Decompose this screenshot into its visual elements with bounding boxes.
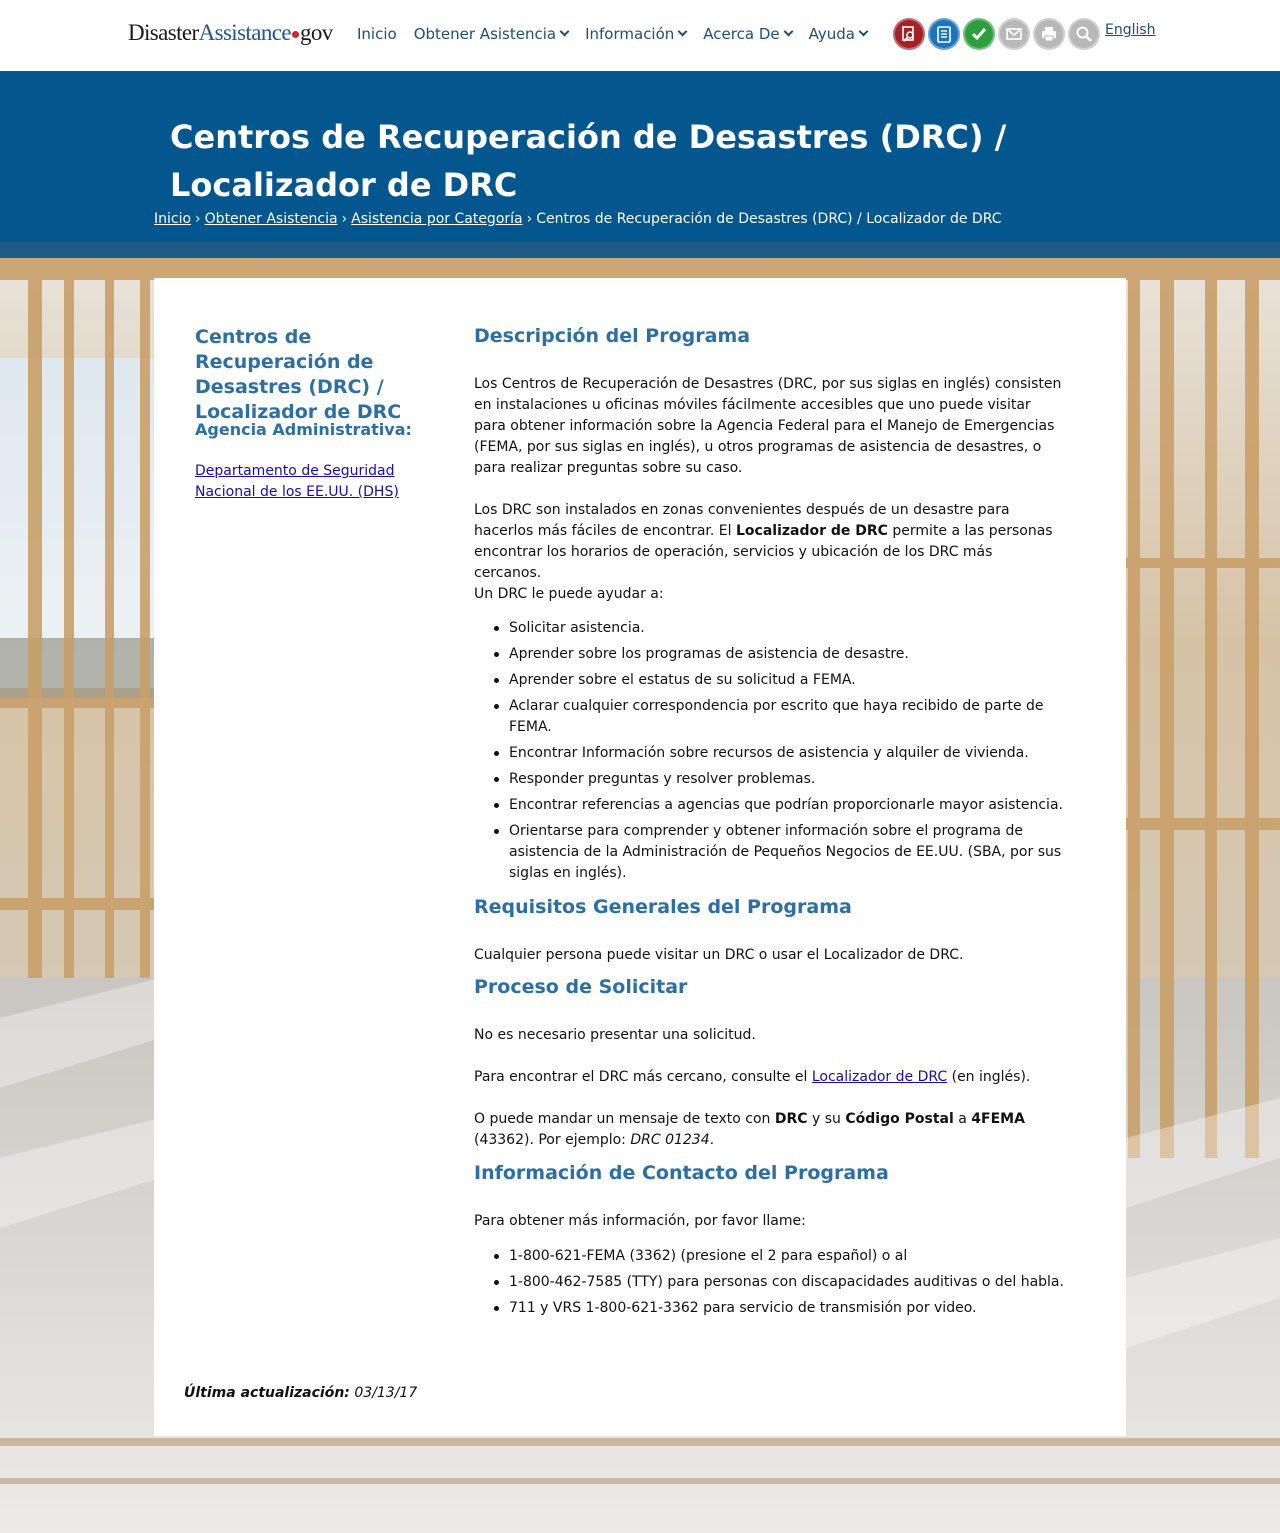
- chevron-down-icon: [559, 26, 570, 37]
- toolbar-icons: [893, 18, 1103, 50]
- nav-label: Inicio: [357, 25, 397, 43]
- bold-text: Código Postal: [845, 1111, 954, 1127]
- paragraph-no-solicitud: No es necesario presentar una solicitud.: [474, 1027, 756, 1043]
- nav-acerca-de[interactable]: Acerca De: [703, 25, 794, 43]
- text: (43362). Por ejemplo:: [474, 1132, 631, 1148]
- banner-shadow: [0, 242, 1280, 258]
- text: Para encontrar el DRC más cercano, consu…: [474, 1069, 812, 1085]
- paragraph-localizador: Los DRC son instalados en zonas convenie…: [474, 500, 1064, 584]
- language-toggle-link[interactable]: English: [1105, 22, 1156, 38]
- breadcrumb-separator: ›: [526, 211, 533, 227]
- nav-label: Ayuda: [808, 25, 855, 43]
- breadcrumb-current: Centros de Recuperación de Desastres (DR…: [536, 211, 1002, 227]
- text: (en inglés).: [947, 1069, 1031, 1085]
- nav-label: Obtener Asistencia: [413, 25, 557, 43]
- page-header-banner: Centros de Recuperación de Desastres (DR…: [0, 71, 1280, 242]
- logo-text-assistance: Assistance: [198, 20, 292, 45]
- list-item: Solicitar asistencia.: [489, 618, 1064, 639]
- localizador-drc-link[interactable]: Localizador de DRC: [812, 1069, 947, 1085]
- list-item: Aprender sobre los programas de asistenc…: [489, 644, 1064, 665]
- italic-text: DRC 01234: [630, 1132, 710, 1148]
- logo-text-gov: gov: [299, 20, 333, 45]
- search-document-icon[interactable]: [893, 18, 925, 50]
- paragraph-localizador-link: Para encontrar el DRC más cercano, consu…: [474, 1067, 1064, 1088]
- breadcrumb-link-inicio[interactable]: Inicio: [154, 211, 191, 227]
- list-item: Encontrar referencias a agencias que pod…: [489, 795, 1064, 816]
- bold-text: Localizador de DRC: [735, 523, 888, 539]
- nav-label: Información: [585, 25, 675, 43]
- list-item: Aprender sobre el estatus de su solicitu…: [489, 670, 1064, 691]
- breadcrumb-link-asistencia-categoria[interactable]: Asistencia por Categoría: [351, 211, 522, 227]
- list-item: Encontrar Información sobre recursos de …: [489, 743, 1064, 764]
- text: y su: [807, 1111, 846, 1127]
- nav-informacion[interactable]: Información: [585, 25, 688, 43]
- list-item: 711 y VRS 1-800-621-3362 para servicio d…: [489, 1298, 1064, 1319]
- print-icon[interactable]: [1033, 18, 1065, 50]
- nav-label: Acerca De: [703, 25, 780, 43]
- text: .: [709, 1132, 715, 1148]
- logo-text-disaster: Disaster: [128, 20, 199, 45]
- sidebar-program-title: Centros de Recuperación de Desastres (DR…: [195, 326, 402, 423]
- last-updated: Última actualización: 03/13/17: [184, 1385, 417, 1401]
- list-item: 1-800-462-7585 (TTY) para personas con d…: [489, 1272, 1064, 1293]
- breadcrumb: Inicio › Obtener Asistencia › Asistencia por…: [154, 211, 1002, 227]
- mail-icon[interactable]: [998, 18, 1030, 50]
- logo-dot-icon: [291, 31, 299, 38]
- breadcrumb-link-obtener-asistencia[interactable]: Obtener Asistencia: [205, 211, 338, 227]
- list-item: 1-800-621-FEMA (3362) (presione el 2 par…: [489, 1246, 1064, 1267]
- nav-ayuda[interactable]: Ayuda: [808, 25, 869, 43]
- bold-text: 4FEMA: [971, 1111, 1025, 1127]
- checklist-icon[interactable]: [928, 18, 960, 50]
- breadcrumb-separator: ›: [195, 211, 201, 227]
- main-menu: Inicio Obtener Asistencia Información Ac…: [357, 25, 884, 43]
- heading-proceso: Proceso de Solicitar: [474, 976, 688, 998]
- last-updated-label: Última actualización:: [184, 1385, 350, 1401]
- sidebar-agency-link[interactable]: Departamento de Seguridad Nacional de lo…: [195, 461, 425, 503]
- paragraph-requisitos: Cualquier persona puede visitar un DRC o…: [474, 947, 964, 963]
- list-item: Aclarar cualquier correspondencia por es…: [489, 696, 1064, 738]
- last-updated-date: 03/13/17: [354, 1385, 418, 1401]
- paragraph-contacto: Para obtener más información, por favor …: [474, 1213, 806, 1229]
- bold-text: DRC: [774, 1111, 808, 1127]
- breadcrumb-separator: ›: [341, 211, 348, 227]
- heading-descripcion: Descripción del Programa: [474, 325, 751, 347]
- content-card: Centros de Recuperación de Desastres (DR…: [154, 278, 1126, 1436]
- contact-list: 1-800-621-FEMA (3362) (presione el 2 par…: [489, 1246, 1064, 1324]
- magnifier-icon[interactable]: [1068, 18, 1100, 50]
- list-item: Orientarse para comprender y obtener inf…: [489, 821, 1064, 884]
- paragraph-un-drc: Un DRC le puede ayudar a:: [474, 586, 664, 602]
- site-logo[interactable]: DisasterAssistance gov: [128, 20, 333, 46]
- checkmark-icon[interactable]: [963, 18, 995, 50]
- paragraph-descripcion: Los Centros de Recuperación de Desastres…: [474, 376, 1062, 476]
- top-navigation-bar: DisasterAssistance gov Inicio Obtener Asi…: [0, 0, 1280, 71]
- help-list: Solicitar asistencia. Aprender sobre los…: [489, 618, 1064, 889]
- heading-contacto: Información de Contacto del Programa: [474, 1162, 889, 1184]
- sidebar-agency-heading: Agencia Administrativa:: [195, 420, 412, 439]
- text: O puede mandar un mensaje de texto con: [474, 1111, 775, 1127]
- chevron-down-icon: [858, 26, 869, 37]
- page-title: Centros de Recuperación de Desastres (DR…: [170, 118, 1007, 204]
- nav-inicio[interactable]: Inicio: [357, 25, 397, 43]
- chevron-down-icon: [677, 26, 688, 37]
- list-item: Responder preguntas y resolver problemas…: [489, 769, 1064, 790]
- text: a: [953, 1111, 972, 1127]
- paragraph-texto-mensaje: O puede mandar un mensaje de texto con D…: [474, 1109, 1064, 1151]
- nav-obtener-asistencia[interactable]: Obtener Asistencia: [413, 25, 570, 43]
- heading-requisitos: Requisitos Generales del Programa: [474, 896, 852, 918]
- chevron-down-icon: [783, 26, 794, 37]
